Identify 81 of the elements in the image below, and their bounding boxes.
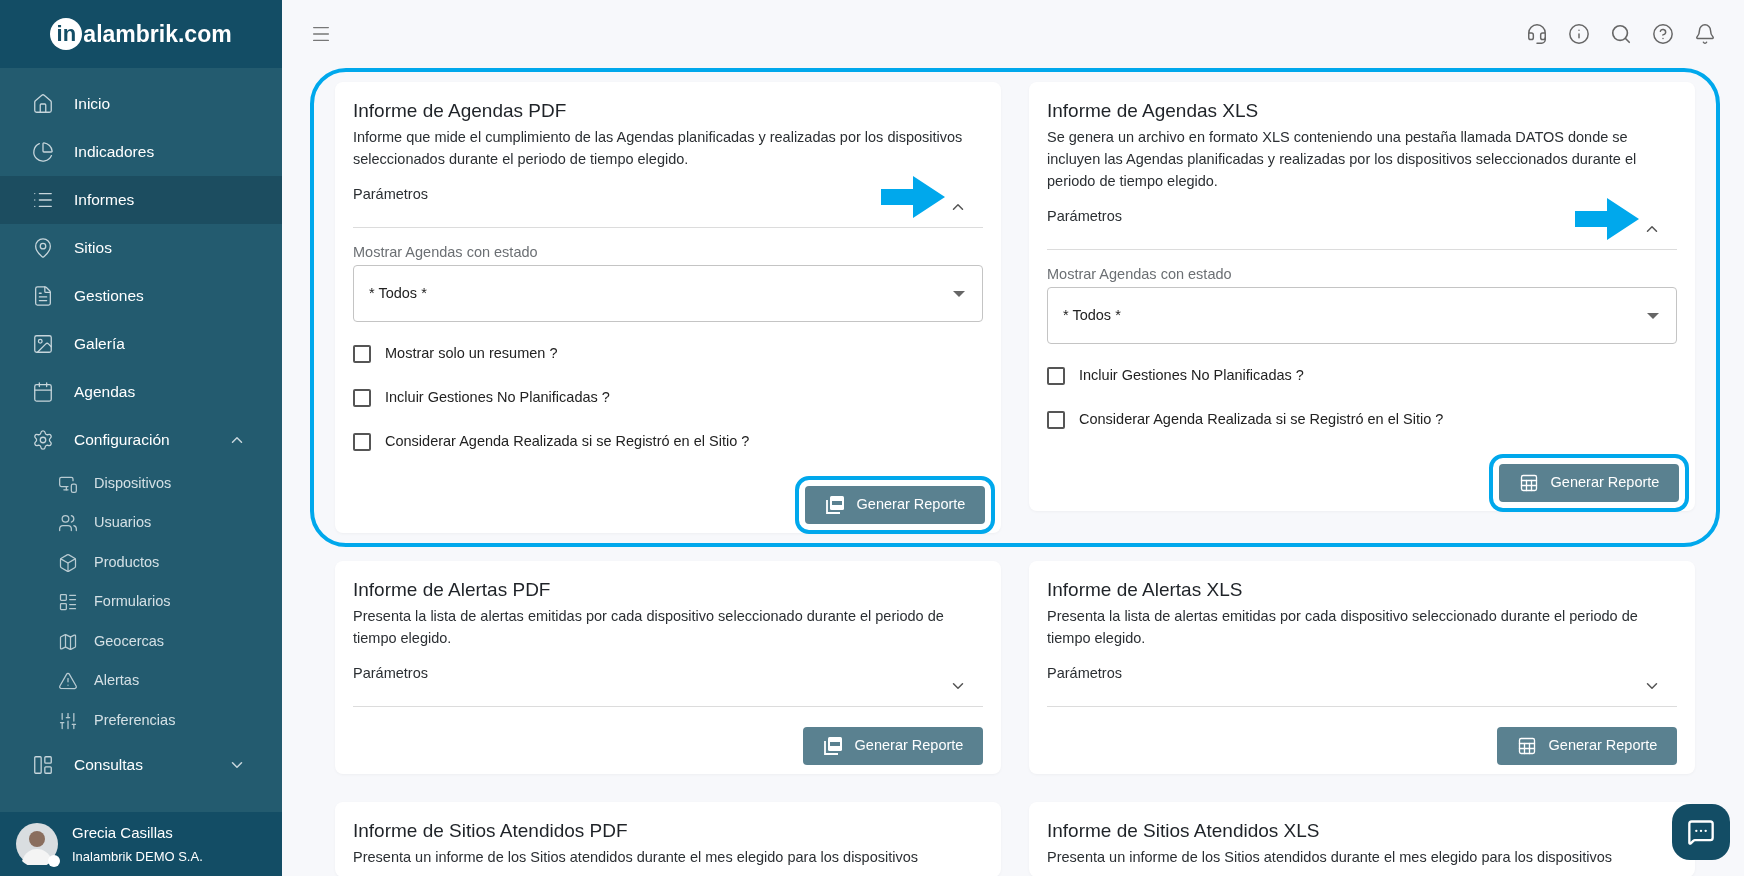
sidebar-item[interactable]: Consultas — [0, 740, 282, 789]
checkbox[interactable] — [353, 345, 371, 363]
document-icon — [32, 285, 54, 307]
status-select[interactable]: * Todos * — [1047, 287, 1677, 344]
checkbox[interactable] — [353, 433, 371, 451]
checkbox[interactable] — [353, 389, 371, 407]
form-icon — [58, 592, 78, 613]
sidebar-subitem[interactable]: Usuarios — [0, 503, 282, 543]
card-title: Informe de Sitios Atendidos XLS — [1047, 819, 1321, 843]
checkbox-label: Mostrar solo un resumen ? — [385, 344, 558, 364]
sidebar-subitem[interactable]: Productos — [0, 543, 282, 583]
pdf-icon — [824, 495, 845, 515]
parameters-header[interactable]: Parámetros — [1047, 649, 1677, 707]
calendar-icon — [32, 381, 54, 403]
sidebar-item[interactable]: Gestiones — [0, 272, 282, 320]
checkbox-label: Considerar Agenda Realizada si se Registró en el Sitio ? — [385, 432, 750, 452]
card-title: Informe de Alertas PDF — [353, 578, 552, 602]
chat-icon — [1687, 818, 1715, 846]
sidebar-item[interactable]: Agendas — [0, 368, 282, 416]
pdf-icon — [822, 736, 843, 756]
avatar[interactable] — [16, 823, 58, 865]
sidebar-item[interactable]: Inicio — [0, 80, 282, 128]
dropdown-caret-icon — [953, 290, 965, 297]
sidebar-item[interactable]: Galería — [0, 320, 282, 368]
checkbox[interactable] — [1047, 367, 1065, 385]
field-label: Mostrar Agendas con estado — [1047, 265, 1233, 283]
gear-icon — [32, 429, 54, 451]
card-description: Presenta un informe de los Sitios atendidos durante el mes elegido para los dispositivos — [1047, 848, 1614, 867]
sidebar-subitem[interactable]: Formularios — [0, 582, 282, 622]
sidebar-subitem[interactable]: Dispositivos — [0, 464, 282, 504]
card-description: Presenta un informe de los Sitios atendidos durante el mes elegido para los dispositivos — [353, 848, 920, 867]
spreadsheet-icon — [1518, 473, 1539, 493]
card-title: Informe de Agendas PDF — [353, 99, 568, 123]
field-label: Mostrar Agendas con estado — [353, 243, 539, 261]
image-icon — [32, 333, 54, 355]
box-icon — [58, 552, 78, 573]
table-layout-icon — [32, 753, 54, 776]
bell-icon[interactable] — [1694, 23, 1716, 45]
logo[interactable]: in alambrik.com — [0, 0, 282, 68]
parameters-header[interactable]: Parámetros — [353, 649, 983, 707]
help-icon[interactable] — [1652, 23, 1674, 45]
user-name: Grecia Casillas — [72, 823, 174, 843]
users-icon — [58, 513, 78, 534]
headset-icon[interactable] — [1526, 23, 1548, 45]
checkbox[interactable] — [1047, 411, 1065, 429]
card-title: Informe de Sitios Atendidos PDF — [353, 819, 629, 843]
sidebar-subitem[interactable]: Preferencias — [0, 701, 282, 741]
chat-button[interactable] — [1672, 804, 1730, 860]
user-company: Inalambrik DEMO S.A. — [72, 847, 203, 866]
map-pin-icon — [32, 237, 54, 259]
generate-report-button[interactable]: Generar Reporte — [805, 486, 985, 524]
checkbox-label: Incluir Gestiones No Planificadas ? — [385, 388, 610, 408]
search-icon[interactable] — [1610, 23, 1632, 45]
pie-chart-icon — [32, 141, 54, 163]
sidebar-item[interactable]: Indicadores — [0, 128, 282, 176]
dropdown-caret-icon — [1647, 312, 1659, 319]
card-description: Se genera un archivo en formato XLS conteniendo una pestaña llamada DATOS donde se incluyen las Agendas planificadas y realizadas por los dispositivos seleccionados durante el periodo de tiempo elegido. — [1047, 128, 1638, 191]
spreadsheet-icon — [1516, 736, 1537, 756]
generate-report-button[interactable]: Generar Reporte — [1499, 464, 1679, 502]
sidebar-item[interactable]: Informes — [0, 176, 282, 224]
info-icon[interactable] — [1568, 23, 1590, 45]
sidebar-item[interactable]: Sitios — [0, 224, 282, 272]
sidebar-subitem[interactable]: Alertas — [0, 661, 282, 701]
warning-icon — [58, 671, 78, 692]
status-select[interactable]: * Todos * — [353, 265, 983, 322]
checkbox-label: Considerar Agenda Realizada si se Registró en el Sitio ? — [1079, 410, 1444, 430]
sidebar-item[interactable]: Configuración — [0, 416, 282, 464]
map-icon — [58, 631, 78, 652]
checkbox-label: Incluir Gestiones No Planificadas ? — [1079, 366, 1304, 386]
generate-report-button[interactable]: Generar Reporte — [803, 727, 983, 765]
parameters-header[interactable]: Parámetros — [1047, 192, 1677, 250]
parameters-header[interactable]: Parámetros — [353, 170, 983, 228]
sidebar-subitem[interactable]: Geocercas — [0, 622, 282, 662]
home-icon — [32, 93, 54, 115]
card-description: Presenta la lista de alertas emitidas por cada dispositivo seleccionado durante el periodo de tiempo elegido. — [1047, 607, 1639, 648]
card-description: Informe que mide el cumplimiento de las Agendas planificadas y realizadas por los dispositivos seleccionados durante el periodo de tiempo elegido. — [353, 128, 964, 169]
card-description: Presenta la lista de alertas emitidas por cada dispositivo seleccionado durante el periodo de tiempo elegido. — [353, 607, 945, 648]
card-title: Informe de Agendas XLS — [1047, 99, 1260, 123]
sliders-icon — [58, 710, 78, 731]
generate-report-button[interactable]: Generar Reporte — [1497, 727, 1677, 765]
card-title: Informe de Alertas XLS — [1047, 578, 1244, 602]
